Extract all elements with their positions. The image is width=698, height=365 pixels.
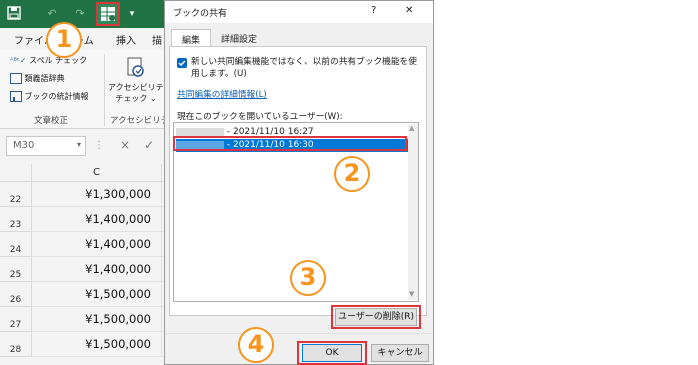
select-all-corner[interactable] [0, 164, 32, 182]
tab-edit[interactable]: 編集 [171, 29, 211, 47]
formula-bar-divider: ⋮ [94, 140, 104, 151]
scroll-down-icon[interactable]: ▼ [409, 290, 414, 298]
thesaurus-button[interactable]: 類義語辞典 [10, 73, 65, 84]
footer-divider [165, 333, 433, 334]
name-box[interactable]: M30 ▾ [6, 136, 86, 156]
scrollbar[interactable]: ▲ ▼ [408, 124, 418, 300]
table-cell[interactable]: ¥1,500,000 [32, 332, 162, 357]
step-badge-1: 1 [46, 22, 82, 58]
workbook-stats-button[interactable]: ブックの統計情報 [10, 91, 89, 102]
legacy-sharing-checkbox[interactable] [177, 58, 187, 68]
tab-insert[interactable]: 挿入 [116, 32, 136, 47]
accessibility-check-button[interactable]: アクセシビリティ チェック ⌄ [108, 82, 172, 104]
thesaurus-icon [10, 73, 22, 84]
name-box-value: M30 [13, 140, 35, 151]
table-cell[interactable]: ¥1,400,000 [32, 257, 162, 282]
save-icon[interactable] [6, 6, 22, 22]
group-label-proofing: 文章校正 [34, 116, 69, 126]
step-badge-3: 3 [290, 260, 326, 296]
row-header[interactable]: 27 [0, 307, 32, 332]
redo-icon[interactable]: ↷ [72, 6, 88, 22]
accessibility-icon [124, 56, 146, 78]
spell-check-icon: ᴬᴮᶜ✓ [10, 56, 27, 65]
step-badge-4: 4 [238, 327, 274, 363]
enter-formula-icon[interactable]: ✓ [144, 138, 154, 152]
help-button[interactable]: ? [371, 5, 376, 16]
cancel-button[interactable]: キャンセル [371, 344, 429, 362]
dialog-title-bar: ブックの共有 ? ✕ [165, 1, 433, 23]
row-header[interactable]: 23 [0, 207, 32, 232]
column-header-c[interactable]: C [32, 164, 162, 182]
accessibility-check-label-1: アクセシビリティ [108, 83, 172, 92]
chevron-down-icon[interactable]: ▾ [77, 140, 81, 149]
redacted-username [176, 127, 224, 136]
row-header[interactable]: 24 [0, 232, 32, 257]
row-header[interactable]: 22 [0, 182, 32, 207]
legacy-sharing-label[interactable]: 新しい共同編集機能ではなく、以前の共有ブック機能を使用します。(U) [191, 56, 419, 80]
spell-check-label: スペル チェック [29, 56, 88, 65]
scroll-up-icon[interactable]: ▲ [409, 124, 414, 132]
share-workbook-icon [101, 7, 115, 21]
table-cell[interactable]: ¥1,500,000 [32, 282, 162, 307]
tab-draw[interactable]: 描 [152, 32, 162, 47]
row-header[interactable]: 28 [0, 332, 32, 357]
group-divider [104, 54, 105, 126]
stats-icon [10, 91, 22, 102]
row-header[interactable]: 25 [0, 257, 32, 282]
tab-advanced[interactable]: 詳細設定 [211, 29, 267, 47]
share-workbook-button[interactable] [96, 2, 120, 26]
dialog-title: ブックの共有 [173, 9, 228, 19]
row-header[interactable]: 26 [0, 282, 32, 307]
table-cell[interactable]: ¥1,500,000 [32, 307, 162, 332]
customize-qat-icon[interactable]: ▾ [124, 6, 140, 22]
table-cell[interactable]: ¥1,400,000 [32, 232, 162, 257]
table-cell[interactable]: ¥1,300,000 [32, 182, 162, 207]
checkmark-icon [178, 60, 186, 67]
accessibility-check-label-2: チェック ⌄ [115, 94, 157, 103]
remove-user-button[interactable]: ユーザーの削除(R) [335, 308, 417, 326]
thesaurus-label: 類義語辞典 [24, 74, 65, 83]
ok-button[interactable]: OK [302, 344, 362, 362]
workbook-stats-label: ブックの統計情報 [24, 92, 89, 101]
users-label: 現在このブックを開いているユーザー(W): [177, 112, 343, 122]
close-icon[interactable]: ✕ [405, 5, 413, 16]
undo-icon[interactable]: ↶ [44, 6, 60, 22]
table-cell[interactable]: ¥1,400,000 [32, 207, 162, 232]
step-badge-2: 2 [334, 156, 370, 192]
co-authoring-info-link[interactable]: 共同編集の詳細情報(L) [177, 87, 267, 100]
selected-user-highlight [173, 136, 407, 151]
spell-check-button[interactable]: ᴬᴮᶜ✓ スペル チェック [10, 55, 87, 66]
cancel-formula-icon[interactable]: × [120, 138, 130, 152]
share-workbook-dialog: ブックの共有 ? ✕ 編集 詳細設定 新しい共同編集機能ではなく、以前の共有ブッ… [164, 0, 434, 365]
